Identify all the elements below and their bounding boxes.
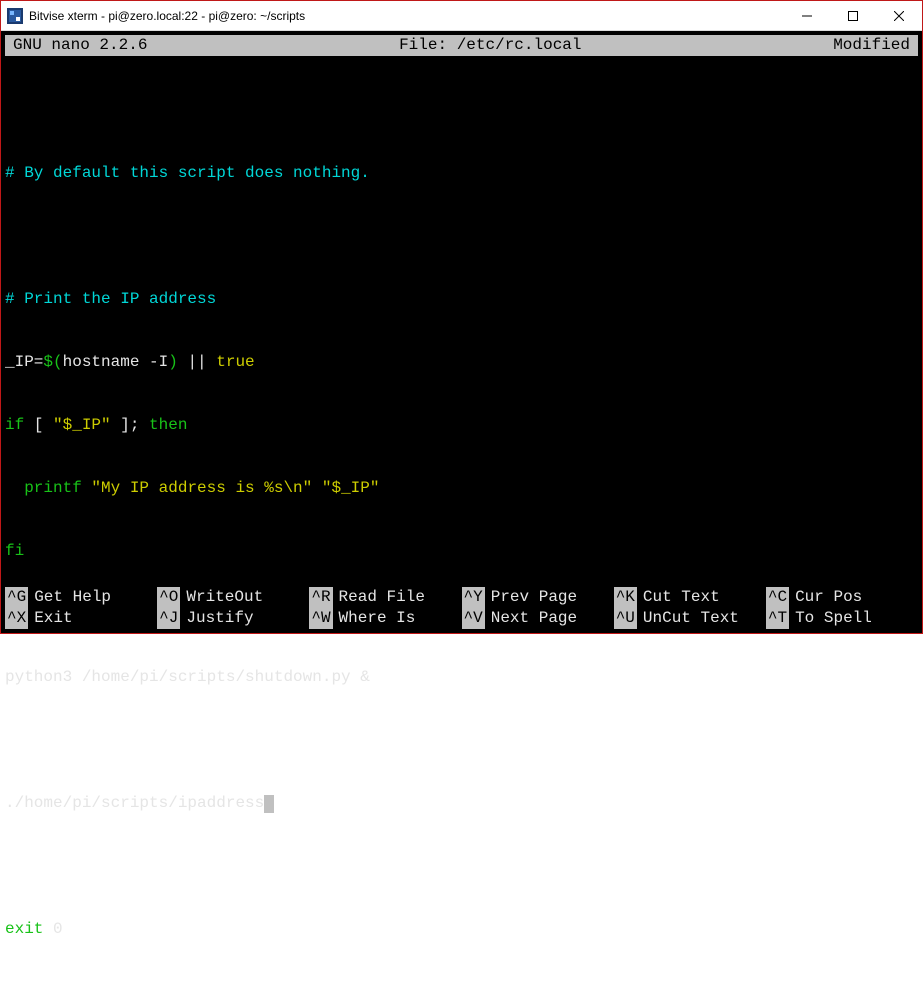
editor-line: ./home/pi/scripts/ipaddress [5,793,918,814]
shortcut-row: ^GGet Help ^OWriteOut ^RRead File ^YPrev… [5,587,918,608]
window-controls [784,1,922,30]
editor-line: python3 /home/pi/scripts/shutdown.py & [5,667,918,688]
shortcut-to-spell[interactable]: ^TTo Spell [766,608,918,629]
editor-line: exit 0 [5,919,918,940]
editor-line [5,730,918,751]
shortcut-next-page[interactable]: ^VNext Page [462,608,614,629]
shortcut-cur-pos[interactable]: ^CCur Pos [766,587,918,608]
editor-line: # Print the IP address [5,289,918,310]
maximize-button[interactable] [830,1,876,30]
shortcut-prev-page[interactable]: ^YPrev Page [462,587,614,608]
editor-line [5,226,918,247]
editor-line: printf "My IP address is %s\n" "$_IP" [5,478,918,499]
nano-header: GNU nano 2.2.6 File: /etc/rc.local Modif… [5,35,918,56]
shortcut-where-is[interactable]: ^WWhere Is [309,608,461,629]
nano-status: Modified [833,35,916,56]
app-icon [7,8,23,24]
nano-file: File: /etc/rc.local [147,35,833,56]
shortcut-get-help[interactable]: ^GGet Help [5,587,157,608]
editor-line: if [ "$_IP" ]; then [5,415,918,436]
editor-content[interactable]: # By default this script does nothing. #… [1,58,922,982]
shortcut-justify[interactable]: ^JJustify [157,608,309,629]
shortcut-writeout[interactable]: ^OWriteOut [157,587,309,608]
nano-shortcut-bar: ^GGet Help ^OWriteOut ^RRead File ^YPrev… [5,587,918,629]
terminal[interactable]: GNU nano 2.2.6 File: /etc/rc.local Modif… [1,31,922,633]
editor-line: _IP=$(hostname -I) || true [5,352,918,373]
close-button[interactable] [876,1,922,30]
nano-version: GNU nano 2.2.6 [7,35,147,56]
shortcut-cut-text[interactable]: ^KCut Text [614,587,766,608]
shortcut-exit[interactable]: ^XExit [5,608,157,629]
window-titlebar: Bitvise xterm - pi@zero.local:22 - pi@ze… [1,1,922,31]
shortcut-read-file[interactable]: ^RRead File [309,587,461,608]
window-title: Bitvise xterm - pi@zero.local:22 - pi@ze… [29,9,784,23]
text-cursor [264,795,274,813]
editor-line: fi [5,541,918,562]
editor-line [5,100,918,121]
editor-line: # By default this script does nothing. [5,163,918,184]
shortcut-uncut-text[interactable]: ^UUnCut Text [614,608,766,629]
minimize-button[interactable] [784,1,830,30]
shortcut-row: ^XExit ^JJustify ^WWhere Is ^VNext Page … [5,608,918,629]
editor-line [5,856,918,877]
